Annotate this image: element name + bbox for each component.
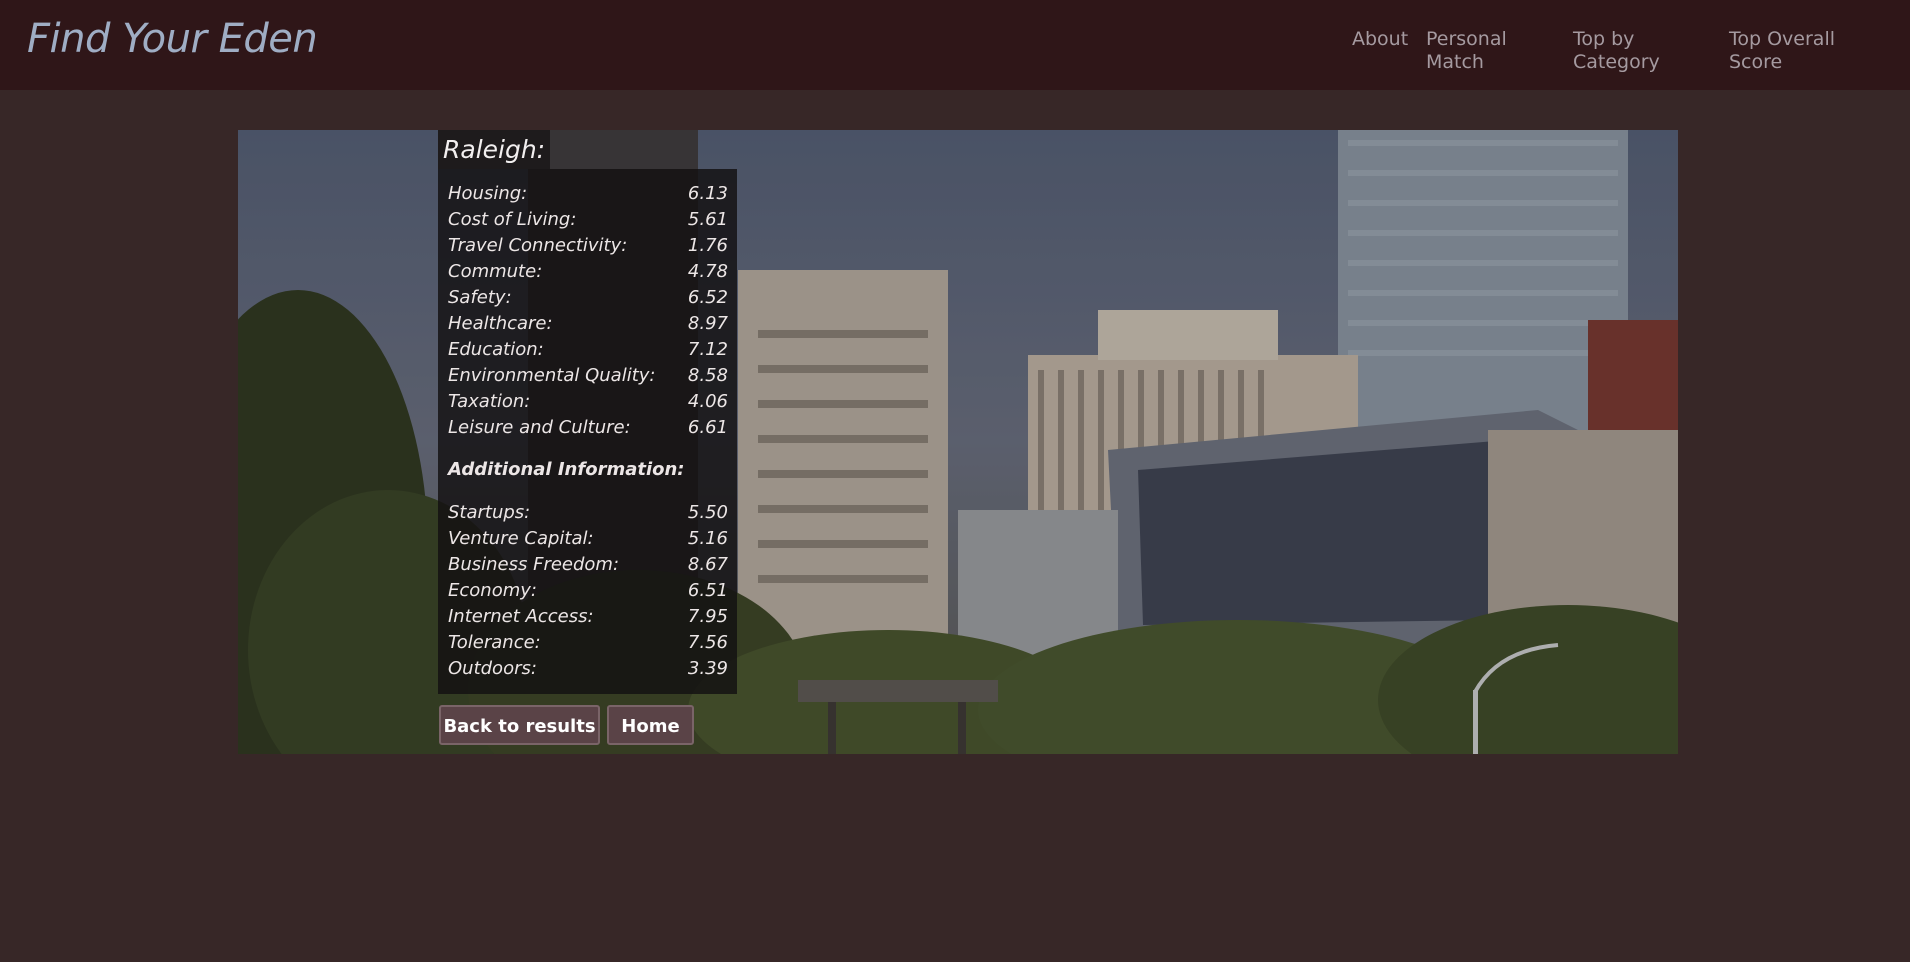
score-row-taxation: Taxation: 4.06 (448, 389, 728, 415)
score-row-venture-capital: Venture Capital: 5.16 (448, 526, 728, 552)
nav-about-link[interactable]: About (1352, 28, 1408, 51)
score-label: Internet Access: (448, 606, 594, 627)
score-label: Business Freedom: (448, 554, 620, 575)
nav-top-by-category-link[interactable]: Top by Category (1573, 28, 1703, 74)
score-row-leisure-and-culture: Leisure and Culture: 6.61 (448, 415, 728, 441)
score-row-commute: Commute: 4.78 (448, 259, 728, 285)
score-value: 7.56 (687, 632, 728, 653)
score-row-healthcare: Healthcare: 8.97 (448, 311, 728, 337)
score-row-internet-access: Internet Access: 7.95 (448, 604, 728, 630)
score-label: Commute: (448, 261, 543, 282)
score-value: 6.51 (687, 580, 728, 601)
score-value: 5.50 (687, 502, 728, 523)
score-label: Outdoors: (448, 658, 537, 679)
score-row-startups: Startups: 5.50 (448, 500, 728, 526)
score-label: Startups: (448, 502, 531, 523)
score-value: 6.61 (687, 417, 728, 438)
score-label: Safety: (448, 287, 512, 308)
score-value: 1.76 (687, 235, 728, 256)
score-row-safety: Safety: 6.52 (448, 285, 728, 311)
score-label: Healthcare: (448, 313, 553, 334)
city-name-heading: Raleigh: (438, 130, 551, 169)
score-row-economy: Economy: 6.51 (448, 578, 728, 604)
nav-personal-match-link[interactable]: Personal Match (1426, 28, 1546, 74)
score-value: 6.52 (687, 287, 728, 308)
score-row-travel-connectivity: Travel Connectivity: 1.76 (448, 233, 728, 259)
score-value: 8.67 (687, 554, 728, 575)
score-value: 5.61 (687, 209, 728, 230)
score-row-tolerance: Tolerance: 7.56 (448, 630, 728, 656)
score-label: Travel Connectivity: (448, 235, 628, 256)
score-label: Economy: (448, 580, 537, 601)
score-label: Environmental Quality: (448, 365, 656, 386)
score-row-education: Education: 7.12 (448, 337, 728, 363)
score-value: 4.06 (687, 391, 728, 412)
score-value: 3.39 (687, 658, 728, 679)
score-row-outdoors: Outdoors: 3.39 (448, 656, 728, 682)
back-to-results-button[interactable]: Back to results (439, 705, 600, 745)
score-label: Taxation: (448, 391, 531, 412)
score-row-business-freedom: Business Freedom: 8.67 (448, 552, 728, 578)
top-navbar: Find Your Eden About Personal Match Top … (0, 0, 1910, 90)
score-label: Venture Capital: (448, 528, 594, 549)
score-row-cost-of-living: Cost of Living: 5.61 (448, 207, 728, 233)
score-value: 7.12 (687, 339, 728, 360)
score-value: 6.13 (687, 183, 728, 204)
score-value: 7.95 (687, 606, 728, 627)
score-row-environmental-quality: Environmental Quality: 8.58 (448, 363, 728, 389)
site-brand[interactable]: Find Your Eden (27, 16, 318, 62)
home-button[interactable]: Home (607, 705, 694, 745)
score-value: 4.78 (687, 261, 728, 282)
score-value: 8.58 (687, 365, 728, 386)
score-label: Cost of Living: (448, 209, 577, 230)
score-label: Tolerance: (448, 632, 541, 653)
score-row-housing: Housing: 6.13 (448, 181, 728, 207)
score-value: 5.16 (687, 528, 728, 549)
nav-top-overall-score-link[interactable]: Top Overall Score (1729, 28, 1859, 74)
additional-info-heading: Additional Information: (448, 459, 685, 480)
score-label: Housing: (448, 183, 528, 204)
score-value: 8.97 (687, 313, 728, 334)
score-label: Education: (448, 339, 544, 360)
score-label: Leisure and Culture: (448, 417, 631, 438)
city-scores-panel: Housing: 6.13 Cost of Living: 5.61 Trave… (438, 169, 737, 694)
